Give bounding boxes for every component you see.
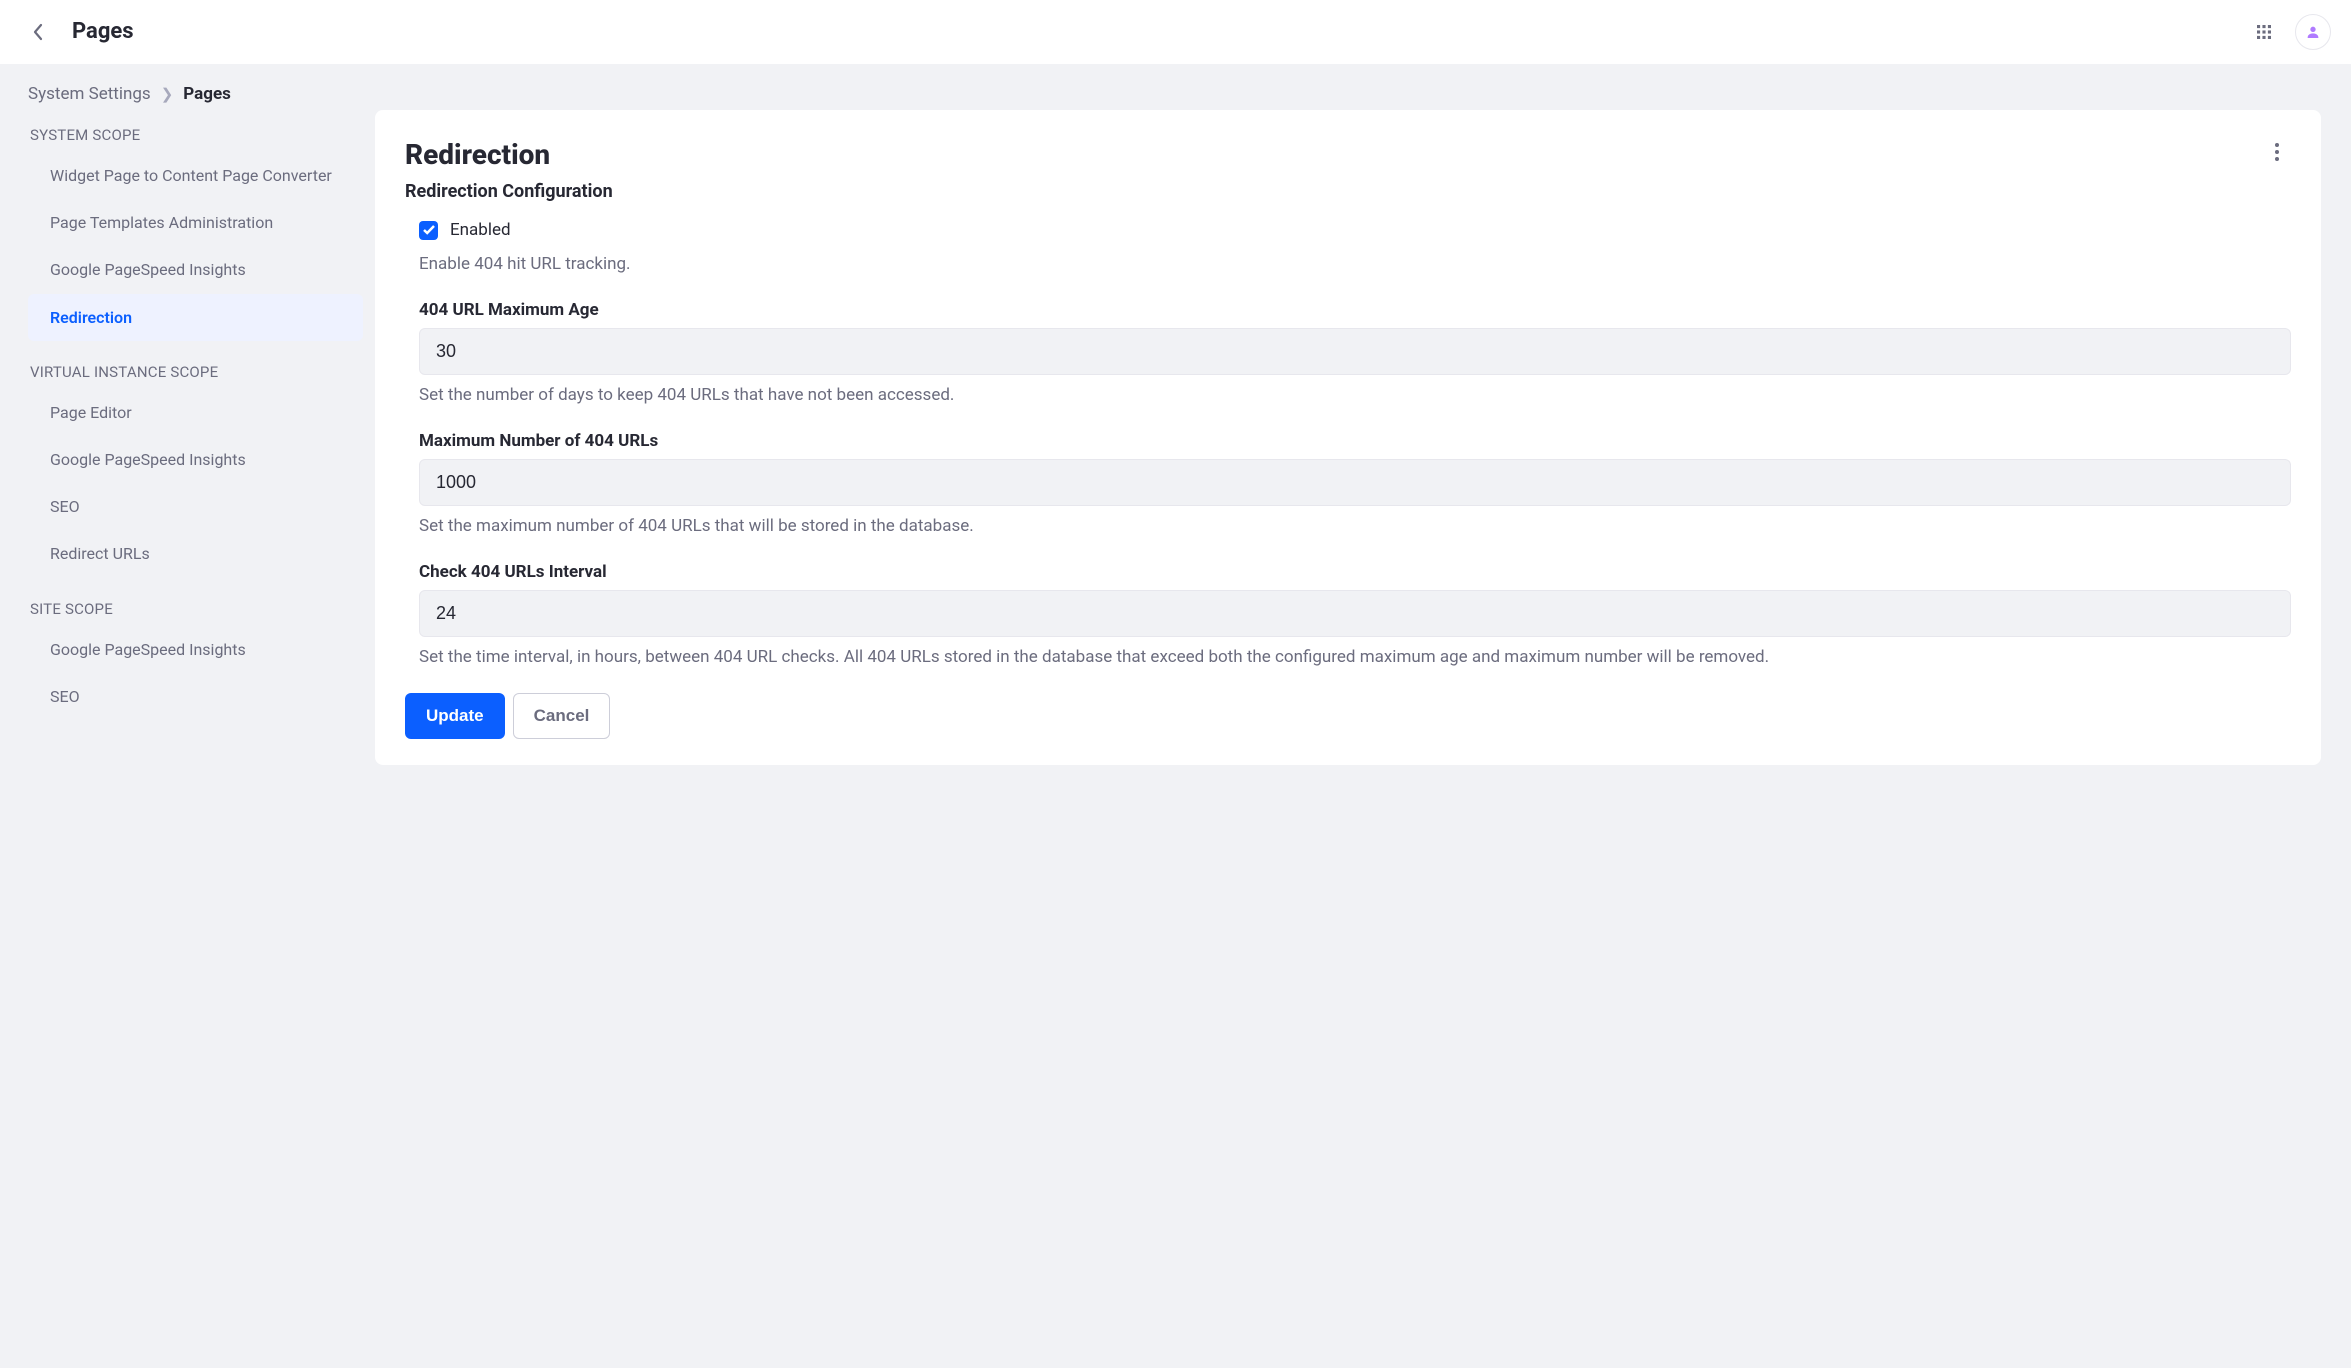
max-age-input[interactable]	[419, 328, 2291, 375]
page-title: Pages	[72, 19, 134, 44]
sidebar-item[interactable]: SEO	[28, 673, 363, 720]
scope-header: SYSTEM SCOPE	[30, 126, 363, 144]
body: System Settings ❯ Pages SYSTEM SCOPE Widg…	[0, 64, 2351, 1368]
scope-header: SITE SCOPE	[30, 600, 363, 618]
enabled-row: Enabled	[419, 220, 2291, 240]
sidebar-item[interactable]: Redirection	[28, 294, 363, 341]
breadcrumb-current: Pages	[183, 84, 231, 104]
check-icon	[423, 225, 435, 235]
max-age-label: 404 URL Maximum Age	[419, 300, 2291, 320]
sidebar-item[interactable]: Redirect URLs	[28, 530, 363, 577]
update-button[interactable]: Update	[405, 693, 505, 739]
sidebar-item[interactable]: Widget Page to Content Page Converter	[28, 152, 363, 199]
card-actions-button[interactable]	[2263, 138, 2291, 166]
user-avatar[interactable]	[2295, 14, 2331, 50]
main: Redirection Redirection Configuration	[375, 64, 2351, 1368]
top-right	[2251, 14, 2331, 50]
enabled-label: Enabled	[450, 220, 511, 240]
enabled-hint: Enable 404 hit URL tracking.	[419, 254, 2291, 274]
scope-header: VIRTUAL INSTANCE SCOPE	[30, 363, 363, 381]
enabled-checkbox[interactable]	[419, 221, 438, 240]
enabled-field: Enabled Enable 404 hit URL tracking.	[405, 220, 2291, 274]
kebab-icon	[2275, 143, 2279, 161]
check-interval-label: Check 404 URLs Interval	[419, 562, 2291, 582]
max-number-field: Maximum Number of 404 URLs Set the maxim…	[405, 431, 2291, 536]
chevron-right-icon: ❯	[161, 85, 174, 103]
back-button[interactable]	[24, 18, 52, 46]
sidebar: System Settings ❯ Pages SYSTEM SCOPE Widg…	[0, 64, 375, 1368]
sidebar-item-label: Page Templates Administration	[50, 213, 273, 232]
top-left: Pages	[24, 18, 134, 46]
config-card: Redirection Redirection Configuration	[375, 110, 2321, 765]
check-interval-field: Check 404 URLs Interval Set the time int…	[405, 562, 2291, 667]
max-number-input[interactable]	[419, 459, 2291, 506]
sidebar-item[interactable]: Google PageSpeed Insights	[28, 626, 363, 673]
sidebar-item-label: Google PageSpeed Insights	[50, 260, 246, 279]
sidebar-item-label: SEO	[50, 497, 80, 516]
sidebar-item-label: Redirect URLs	[50, 544, 150, 563]
sidebar-item-label: SEO	[50, 687, 80, 706]
check-interval-help: Set the time interval, in hours, between…	[419, 647, 2291, 667]
nav-list: Widget Page to Content Page Converter Pag…	[28, 152, 363, 341]
cancel-button[interactable]: Cancel	[513, 693, 611, 739]
breadcrumb-root[interactable]: System Settings	[28, 84, 151, 104]
sidebar-item[interactable]: Google PageSpeed Insights	[28, 436, 363, 483]
apps-grid-icon	[2257, 23, 2271, 41]
sidebar-item-label: Redirection	[50, 308, 132, 327]
scope-container: SYSTEM SCOPE Widget Page to Content Page …	[28, 126, 363, 720]
topbar: Pages	[0, 0, 2351, 64]
max-age-field: 404 URL Maximum Age Set the number of da…	[405, 300, 2291, 405]
card-title: Redirection	[405, 138, 550, 171]
check-interval-input[interactable]	[419, 590, 2291, 637]
max-age-help: Set the number of days to keep 404 URLs …	[419, 385, 2291, 405]
sidebar-item-label: Page Editor	[50, 403, 132, 422]
nav-list: Page Editor Google PageSpeed Insights SEO R…	[28, 389, 363, 578]
chevron-left-icon	[32, 23, 44, 41]
nav-list: Google PageSpeed Insights SEO	[28, 626, 363, 720]
sidebar-item[interactable]: Page Editor	[28, 389, 363, 436]
sidebar-item-label: Google PageSpeed Insights	[50, 640, 246, 659]
sidebar-item[interactable]: Page Templates Administration	[28, 199, 363, 246]
sidebar-item-label: Google PageSpeed Insights	[50, 450, 246, 469]
card-subtitle: Redirection Configuration	[405, 181, 2291, 202]
user-icon	[2305, 24, 2321, 40]
sidebar-item[interactable]: Google PageSpeed Insights	[28, 246, 363, 293]
card-head: Redirection	[405, 138, 2291, 171]
apps-button[interactable]	[2251, 19, 2277, 45]
max-number-help: Set the maximum number of 404 URLs that …	[419, 516, 2291, 536]
sidebar-item[interactable]: SEO	[28, 483, 363, 530]
max-number-label: Maximum Number of 404 URLs	[419, 431, 2291, 451]
form-actions: Update Cancel	[405, 693, 2291, 739]
breadcrumb: System Settings ❯ Pages	[28, 84, 363, 104]
sidebar-item-label: Widget Page to Content Page Converter	[50, 166, 332, 185]
